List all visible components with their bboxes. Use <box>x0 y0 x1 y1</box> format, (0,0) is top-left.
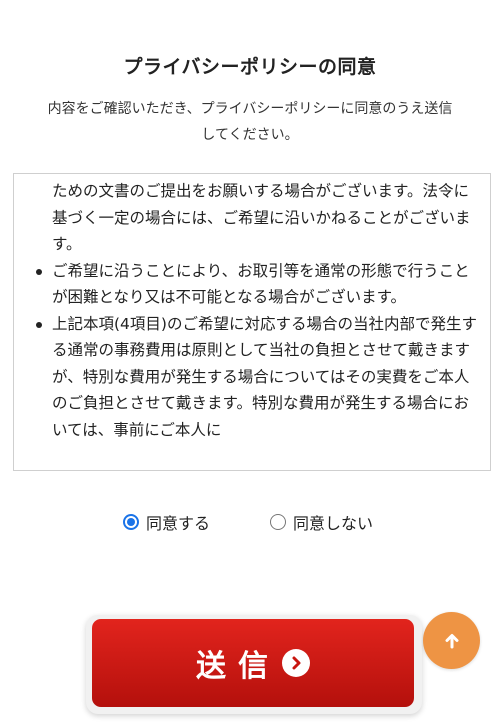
arrow-up-icon <box>445 633 458 648</box>
agree-option[interactable]: 同意する <box>123 508 210 536</box>
bullet-icon <box>36 268 42 275</box>
agree-radio[interactable] <box>123 514 139 530</box>
agree-label[interactable]: 同意する <box>146 510 210 534</box>
policy-continuation-text: ための文書のご提出をお願いする場合がございます。法令に基づく一定の場合には、ご希… <box>52 182 471 253</box>
policy-list-item-text: ご希望に沿うことにより、お取引等を通常の形態で行うことが困難となり又は不可能とな… <box>52 261 470 307</box>
policy-list-item: 上記本項(4項目)のご希望に対応する場合の当社内部で発生する通常の事務費用は原則… <box>36 311 478 444</box>
page-title: プライバシーポリシーの同意 <box>123 56 377 78</box>
intro-line-2: してください。 <box>201 127 299 143</box>
policy-list-item: ご希望に沿うことにより、お取引等を通常の形態で行うことが困難となり又は不可能とな… <box>36 258 478 311</box>
disagree-radio[interactable] <box>270 514 286 530</box>
scroll-to-top-button[interactable] <box>423 612 480 669</box>
policy-content: ための文書のご提出をお願いする場合がございます。法令に基づく一定の場合には、ご希… <box>14 178 490 443</box>
chevron-right-circle-icon[interactable] <box>282 649 310 677</box>
privacy-consent-page: プライバシーポリシーの同意 内容をご確認いただき、プライバシーポリシーに同意のう… <box>0 0 500 727</box>
policy-list: ご希望に沿うことにより、お取引等を通常の形態で行うことが困難となり又は不可能とな… <box>14 258 490 444</box>
policy-textbox[interactable]: ための文書のご提出をお願いする場合がございます。法令に基づく一定の場合には、ご希… <box>13 173 491 471</box>
submit-button-label[interactable]: 送信 <box>196 641 280 685</box>
consent-options: 同意する 同意しない <box>0 508 500 536</box>
disagree-option[interactable]: 同意しない <box>270 508 373 536</box>
intro-line-1: 内容をご確認いただき、プライバシーポリシーに同意のうえ送信 <box>47 101 453 117</box>
policy-list-item-text: 上記本項(4項目)のご希望に対応する場合の当社内部で発生する通常の事務費用は原則… <box>52 314 477 439</box>
intro-text: 内容をご確認いただき、プライバシーポリシーに同意のうえ送信 してください。 <box>16 96 484 148</box>
submit-button[interactable]: 送信 <box>92 619 414 707</box>
bullet-icon <box>36 321 42 328</box>
chevron-right-icon <box>292 656 301 670</box>
disagree-label[interactable]: 同意しない <box>293 510 373 534</box>
policy-scroll-area[interactable]: ための文書のご提出をお願いする場合がございます。法令に基づく一定の場合には、ご希… <box>14 174 490 470</box>
submit-button-frame: 送信 <box>86 615 422 714</box>
